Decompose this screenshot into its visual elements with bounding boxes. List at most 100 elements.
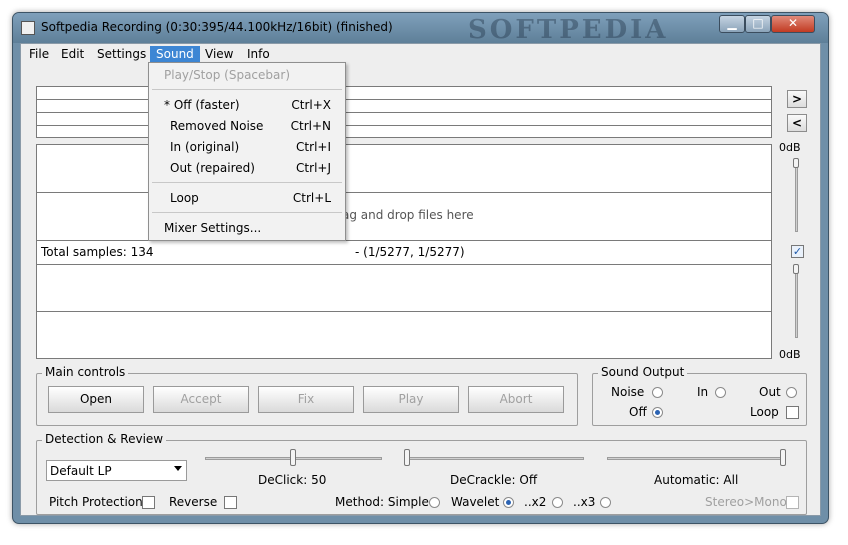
minimize-button[interactable]: ▁: [719, 15, 745, 33]
mixer-settings-label: Mixer Settings...: [164, 221, 262, 235]
out-radio[interactable]: [786, 387, 797, 398]
menu-separator: [152, 182, 342, 183]
method-label: Method: Simple: [335, 495, 429, 509]
noise-radio[interactable]: [652, 387, 663, 398]
declick-slider-thumb[interactable]: [290, 449, 296, 466]
stereo-mono-checkbox[interactable]: [786, 496, 799, 509]
loop-label: Loop: [750, 405, 779, 419]
abort-button[interactable]: Abort: [468, 386, 564, 413]
db-top-label: 0dB: [779, 141, 801, 154]
in-radio[interactable]: [715, 387, 726, 398]
softpedia-watermark: SOFTPEDIA: [468, 15, 669, 45]
gain-slider-thumb[interactable]: [793, 264, 799, 274]
preset-value: Default LP: [50, 464, 112, 478]
menu-mixer-settings[interactable]: Mixer Settings...: [149, 218, 345, 238]
decrackle-slider-track[interactable]: [405, 457, 584, 460]
x2-label: ..x2: [524, 495, 547, 509]
pitch-protection-label: Pitch Protection: [49, 495, 143, 509]
waveform-divider: [37, 264, 771, 265]
volume-slider-thumb[interactable]: [793, 158, 799, 168]
off-label: Off: [629, 405, 647, 419]
off-radio[interactable]: [652, 407, 663, 418]
client-area: File Edit Settings Sound View Info > < a…: [20, 43, 821, 516]
menu-separator: [152, 89, 342, 90]
wavelet-label: Wavelet: [451, 495, 500, 509]
fix-button[interactable]: Fix: [258, 386, 354, 413]
menu-removed-noise[interactable]: Removed Noise Ctrl+N: [149, 116, 345, 136]
sound-dropdown-menu: Play/Stop (Spacebar) * Off (faster) Ctrl…: [148, 62, 346, 241]
off-faster-shortcut: Ctrl+X: [291, 98, 331, 112]
out-repaired-shortcut: Ctrl+J: [296, 161, 331, 175]
in-label: In: [697, 385, 709, 399]
automatic-label: Automatic: All: [654, 473, 739, 487]
menu-settings[interactable]: Settings: [91, 46, 152, 63]
x3-radio[interactable]: [600, 497, 611, 508]
menu-in-original[interactable]: In (original) Ctrl+I: [149, 137, 345, 157]
menu-edit[interactable]: Edit: [55, 46, 90, 63]
drop-hint: ag and drop files here: [342, 208, 474, 222]
accept-button[interactable]: Accept: [153, 386, 249, 413]
play-stop-label: Play/Stop (Spacebar): [164, 68, 290, 82]
out-label: Out: [759, 385, 781, 399]
reverse-label: Reverse: [169, 495, 218, 509]
removed-noise-shortcut: Ctrl+N: [290, 119, 331, 133]
detection-title: Detection & Review: [42, 432, 167, 446]
menu-info[interactable]: Info: [241, 46, 276, 63]
wavelet-radio[interactable]: [503, 497, 514, 508]
app-window: Softpedia Recording (0:30:395/44.100kHz/…: [12, 12, 829, 524]
volume-slider-track[interactable]: [795, 158, 798, 232]
title-bar[interactable]: Softpedia Recording (0:30:395/44.100kHz/…: [13, 13, 828, 45]
automatic-slider-thumb[interactable]: [780, 449, 786, 466]
previous-button[interactable]: <: [787, 114, 807, 132]
close-icon: ✕: [787, 16, 799, 30]
maximize-button[interactable]: □: [745, 15, 771, 33]
off-faster-label: * Off (faster): [164, 98, 240, 112]
open-button[interactable]: Open: [48, 386, 144, 413]
loop-menu-label: Loop: [170, 191, 199, 205]
menu-loop[interactable]: Loop Ctrl+L: [149, 188, 345, 208]
in-original-label: In (original): [170, 140, 240, 154]
loop-checkbox[interactable]: [786, 406, 799, 419]
waveform-divider: [37, 311, 771, 312]
sound-output-title: Sound Output: [598, 365, 688, 379]
db-bottom-label: 0dB: [779, 348, 801, 361]
noise-label: Noise: [611, 385, 645, 399]
out-repaired-label: Out (repaired): [170, 161, 255, 175]
window-title: Softpedia Recording (0:30:395/44.100kHz/…: [41, 20, 393, 34]
stereo-mono-label: Stereo>Mono: [705, 495, 787, 509]
decrackle-label: DeCrackle: Off: [450, 473, 538, 487]
method-simple-radio[interactable]: [429, 497, 440, 508]
minimize-icon: ▁: [727, 16, 737, 30]
menu-out-repaired[interactable]: Out (repaired) Ctrl+J: [149, 158, 345, 178]
menu-off-faster[interactable]: * Off (faster) Ctrl+X: [149, 95, 345, 115]
waveform-area[interactable]: ag and drop files here Total samples: 13…: [36, 144, 772, 359]
menu-sound[interactable]: Sound: [150, 46, 200, 63]
in-original-shortcut: Ctrl+I: [296, 140, 331, 154]
zoom-checkbox[interactable]: ✓: [791, 245, 804, 258]
gain-slider-track[interactable]: [795, 264, 798, 338]
x3-label: ..x3: [573, 495, 596, 509]
main-controls-title: Main controls: [42, 365, 129, 379]
menu-separator: [152, 212, 342, 213]
menu-play-stop[interactable]: Play/Stop (Spacebar): [149, 65, 345, 85]
menu-bar: File Edit Settings Sound View Info: [21, 44, 820, 64]
preset-combobox[interactable]: Default LP: [46, 460, 187, 481]
chevron-down-icon: [174, 466, 182, 471]
x2-radio[interactable]: [552, 497, 563, 508]
next-button[interactable]: >: [787, 90, 807, 108]
decrackle-slider-thumb[interactable]: [404, 449, 410, 466]
maximize-icon: □: [752, 16, 764, 30]
app-icon: [21, 21, 35, 35]
sample-ratio-text: - (1/5277, 1/5277): [355, 245, 465, 259]
loop-menu-shortcut: Ctrl+L: [292, 191, 331, 205]
total-samples-text: Total samples: 134: [41, 245, 154, 259]
play-button[interactable]: Play: [363, 386, 459, 413]
declick-label: DeClick: 50: [258, 473, 327, 487]
menu-file[interactable]: File: [23, 46, 55, 63]
automatic-slider-track[interactable]: [607, 457, 786, 460]
overview-track[interactable]: [36, 86, 772, 138]
close-button[interactable]: ✕: [771, 15, 815, 33]
menu-view[interactable]: View: [199, 46, 239, 63]
pitch-protection-checkbox[interactable]: [142, 496, 155, 509]
reverse-checkbox[interactable]: [224, 496, 237, 509]
